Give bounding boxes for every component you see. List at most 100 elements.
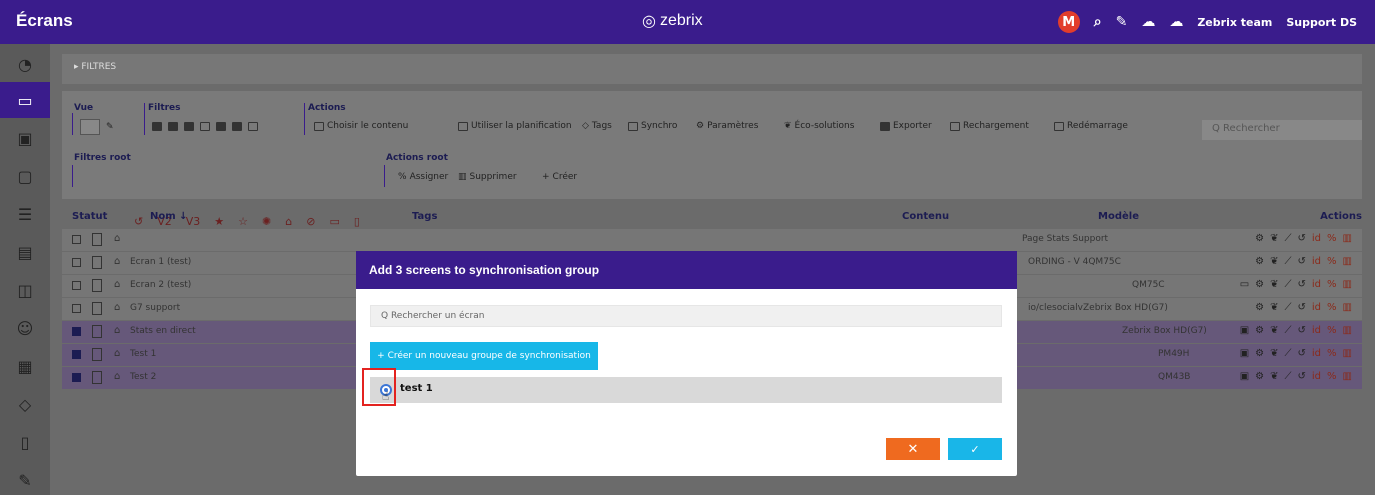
id-icon[interactable]: id xyxy=(1312,256,1321,267)
photo-icon[interactable]: ▣ xyxy=(1240,348,1249,359)
row-checkbox[interactable] xyxy=(72,350,81,359)
view-list-icon[interactable]: ✎ xyxy=(106,122,114,132)
chart-icon[interactable]: ⟋ xyxy=(1285,348,1292,359)
screens-icon[interactable]: ▭ xyxy=(0,82,50,118)
trash-icon[interactable]: ▥ xyxy=(1343,371,1352,382)
gear-icon[interactable]: ⚙ xyxy=(1255,348,1264,359)
creer-button[interactable]: + Créer xyxy=(542,172,577,182)
filter-screen-icon[interactable] xyxy=(152,122,162,131)
confirm-button[interactable]: ✓ xyxy=(948,438,1002,460)
film-icon[interactable]: ▯ xyxy=(0,424,50,460)
history-icon[interactable]: ↺ xyxy=(1298,233,1306,244)
support-link[interactable]: Support DS xyxy=(1286,16,1357,29)
assign-icon[interactable]: % xyxy=(1327,325,1337,336)
chart-icon[interactable]: ⟋ xyxy=(1285,302,1292,313)
rechargement-button[interactable]: Rechargement xyxy=(950,121,1029,131)
history-icon[interactable]: ↺ xyxy=(1298,325,1306,336)
assign-icon[interactable]: % xyxy=(1327,302,1337,313)
assign-icon[interactable]: % xyxy=(1327,348,1337,359)
playlist-icon[interactable]: ☰ xyxy=(0,196,50,232)
row-checkbox[interactable] xyxy=(72,281,81,290)
history-icon[interactable]: ↺ xyxy=(1298,279,1306,290)
gear-icon[interactable]: ⚙ xyxy=(1255,233,1264,244)
chart-icon[interactable]: ⟋ xyxy=(1285,325,1292,336)
avatar[interactable]: M xyxy=(1057,11,1080,33)
wrench-icon[interactable]: ✎ xyxy=(0,462,50,495)
choose-content-button[interactable]: Choisir le contenu xyxy=(314,121,408,131)
history-icon[interactable]: ↺ xyxy=(1298,371,1306,382)
row-checkbox[interactable] xyxy=(72,258,81,267)
photo-icon[interactable]: ▣ xyxy=(1240,325,1249,336)
table-row[interactable]: ⌂ Page Stats Support ⚙ ❦ ⟋ ↺ id% ▥ xyxy=(62,229,1362,251)
photo-icon[interactable]: ▣ xyxy=(1240,371,1249,382)
cloud-upload-icon[interactable]: ☁ xyxy=(1141,14,1155,30)
trash-icon[interactable]: ▥ xyxy=(1343,325,1352,336)
gear-icon[interactable]: ⚙ xyxy=(1255,371,1264,382)
modal-search-input[interactable]: Q Rechercher un écran xyxy=(370,305,1002,327)
id-icon[interactable]: id xyxy=(1312,279,1321,290)
gear-icon[interactable]: ⚙ xyxy=(1255,325,1264,336)
chart-icon[interactable]: ⟋ xyxy=(1285,256,1292,267)
filter-screen-dark-icon[interactable] xyxy=(168,122,178,131)
assign-icon[interactable]: % xyxy=(1327,279,1337,290)
assign-icon[interactable]: % xyxy=(1327,233,1337,244)
filter-outline-icon[interactable] xyxy=(200,122,210,131)
leaf-icon[interactable]: ❦ xyxy=(1270,371,1278,382)
id-icon[interactable]: id xyxy=(1312,233,1321,244)
chart-icon[interactable]: ⟋ xyxy=(1285,279,1292,290)
gear-icon[interactable]: ⚙ xyxy=(1255,279,1264,290)
leaf-icon[interactable]: ❦ xyxy=(1270,325,1278,336)
header-nom[interactable]: Nom ↓ xyxy=(150,211,188,222)
filter-calendar-icon[interactable] xyxy=(248,122,258,131)
chart-icon[interactable]: ⟋ xyxy=(1285,371,1292,382)
planification-button[interactable]: Utiliser la planification xyxy=(458,121,572,131)
exporter-button[interactable]: Exporter xyxy=(880,121,932,131)
leaf-icon[interactable]: ❦ xyxy=(1270,256,1278,267)
trash-icon[interactable]: ▥ xyxy=(1343,302,1352,313)
parametres-button[interactable]: ⚙ Paramètres xyxy=(696,121,758,131)
assign-icon[interactable]: % xyxy=(1327,256,1337,267)
team-link[interactable]: Zebrix team xyxy=(1197,16,1272,29)
id-icon[interactable]: id xyxy=(1312,302,1321,313)
trash-icon[interactable]: ▥ xyxy=(1343,233,1352,244)
id-icon[interactable]: id xyxy=(1312,348,1321,359)
folder-icon[interactable]: ▢ xyxy=(0,158,50,194)
eco-button[interactable]: ❦ Éco-solutions xyxy=(784,121,854,131)
header-statut[interactable]: Statut xyxy=(72,211,107,222)
users-icon[interactable]: ☺ xyxy=(0,310,50,346)
tags-button[interactable]: ◇ Tags xyxy=(582,121,612,131)
leaf-icon[interactable]: ❦ xyxy=(1270,348,1278,359)
row-checkbox[interactable] xyxy=(72,304,81,313)
tools-icon[interactable]: ✎ xyxy=(1116,14,1128,30)
row-contenu[interactable]: Page Stats Support xyxy=(1022,234,1108,244)
leaf-icon[interactable]: ❦ xyxy=(1270,279,1278,290)
gear-icon[interactable]: ⚙ xyxy=(1255,302,1264,313)
search-input[interactable]: Q Rechercher xyxy=(1202,120,1362,140)
tag-icon[interactable]: ◇ xyxy=(0,386,50,422)
assign-icon[interactable]: % xyxy=(1327,371,1337,382)
database-icon[interactable]: ◫ xyxy=(0,272,50,308)
trash-icon[interactable]: ▥ xyxy=(1343,256,1352,267)
id-icon[interactable]: id xyxy=(1312,325,1321,336)
leaf-icon[interactable]: ❦ xyxy=(1270,233,1278,244)
building-icon[interactable]: ▦ xyxy=(0,348,50,384)
dashboard-icon[interactable]: ◔ xyxy=(0,46,50,82)
sync-group-item[interactable]: test 1 xyxy=(370,377,1002,403)
filters-toggle[interactable]: ▸ FILTRES xyxy=(62,54,1362,84)
leaf-icon[interactable]: ❦ xyxy=(1270,302,1278,313)
filter-multi-icon[interactable] xyxy=(216,122,226,131)
id-icon[interactable]: id xyxy=(1312,371,1321,382)
row-checkbox[interactable] xyxy=(72,235,81,244)
gear-icon[interactable]: ⚙ xyxy=(1255,256,1264,267)
row-checkbox[interactable] xyxy=(72,373,81,382)
view-grid-button[interactable] xyxy=(80,119,100,135)
create-sync-group-button[interactable]: + Créer un nouveau groupe de synchronisa… xyxy=(370,342,598,370)
cloud-download-icon[interactable]: ☁ xyxy=(1169,14,1183,30)
calendar-icon[interactable]: ▭ xyxy=(1240,279,1249,290)
history-icon[interactable]: ↺ xyxy=(1298,302,1306,313)
trash-icon[interactable]: ▥ xyxy=(1343,279,1352,290)
images-icon[interactable]: ▣ xyxy=(0,120,50,156)
history-icon[interactable]: ↺ xyxy=(1298,348,1306,359)
history-icon[interactable]: ↺ xyxy=(1298,256,1306,267)
redemarrage-button[interactable]: Redémarrage xyxy=(1054,121,1128,131)
